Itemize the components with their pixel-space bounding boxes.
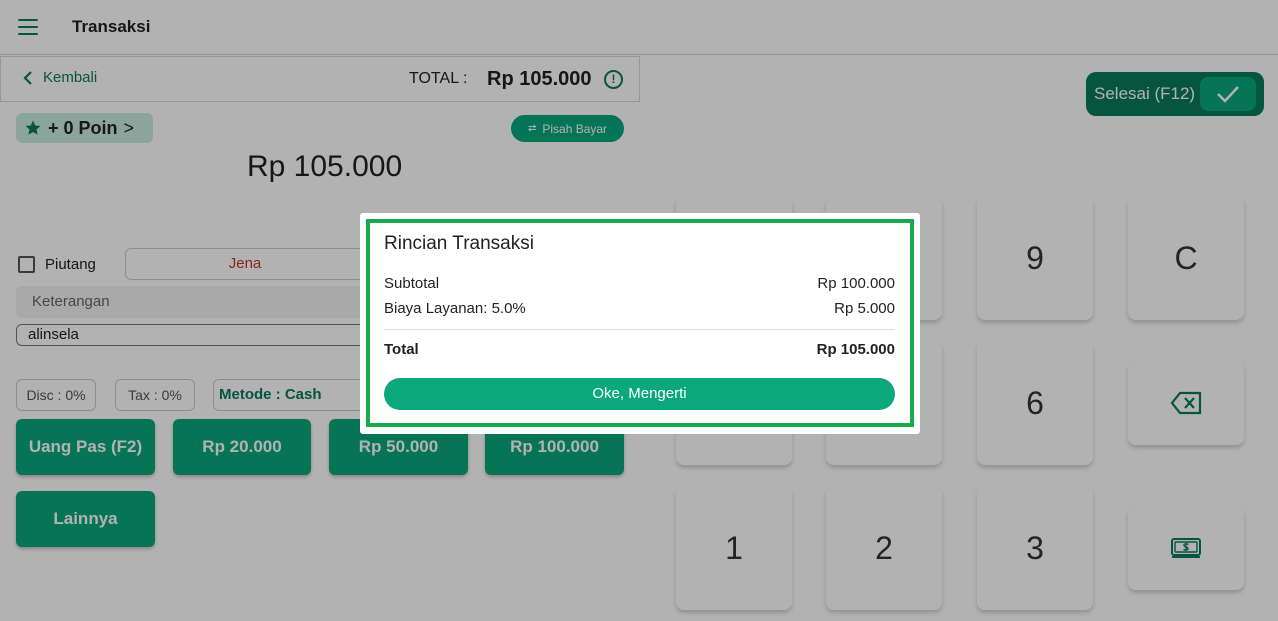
modal-divider (384, 329, 895, 330)
service-fee-label: Biaya Layanan: 5.0% (384, 300, 526, 317)
subtotal-value: Rp 100.000 (817, 275, 895, 292)
subtotal-row: Subtotal Rp 100.000 (384, 275, 895, 292)
service-fee-value: Rp 5.000 (834, 300, 895, 317)
total-row-label: Total (384, 341, 419, 358)
subtotal-label: Subtotal (384, 275, 440, 292)
total-row-value: Rp 105.000 (816, 341, 895, 358)
transaction-details-modal: Rincian Transaksi Subtotal Rp 100.000 Bi… (360, 213, 920, 434)
total-row: Total Rp 105.000 (384, 341, 895, 358)
service-fee-row: Biaya Layanan: 5.0% Rp 5.000 (384, 300, 895, 317)
ok-button[interactable]: Oke, Mengerti (384, 378, 895, 410)
modal-title: Rincian Transaksi (384, 233, 534, 254)
